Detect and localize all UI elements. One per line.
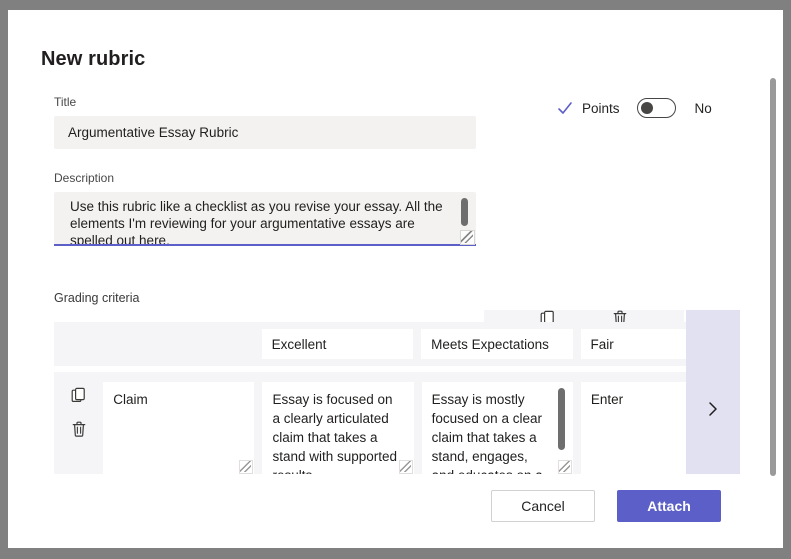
header-cell-0 <box>262 322 421 366</box>
points-toggle-state-label: No <box>695 101 712 116</box>
toggle-knob <box>641 102 653 114</box>
header-cell-1 <box>421 322 580 366</box>
column-title-input-1[interactable] <box>421 329 572 359</box>
page-title: New rubric <box>41 48 145 71</box>
points-toggle-switch[interactable] <box>637 98 676 118</box>
dialog-footer: Cancel Attach <box>8 490 752 522</box>
description-resize-handle[interactable] <box>460 230 475 245</box>
description-scrollbar[interactable] <box>461 198 468 226</box>
rating-cell-0 <box>262 372 421 474</box>
row-tools <box>54 372 103 474</box>
dialog-scrollbar[interactable] <box>770 78 776 476</box>
criterion-resize-handle[interactable] <box>239 460 253 474</box>
title-input[interactable] <box>54 116 476 149</box>
title-field-label: Title <box>54 95 76 109</box>
grading-criteria-grid <box>54 310 740 474</box>
rating-description-textarea-1[interactable] <box>422 382 573 474</box>
description-textarea[interactable] <box>54 192 476 246</box>
grading-criteria-label: Grading criteria <box>54 291 139 305</box>
criterion-cell <box>103 372 262 474</box>
header-blank-cell <box>54 322 262 366</box>
points-toggle-group: Points No <box>557 98 712 118</box>
criterion-name-textarea[interactable] <box>103 382 254 474</box>
rating-resize-handle-1[interactable] <box>558 460 572 474</box>
attach-button[interactable]: Attach <box>617 490 721 522</box>
cancel-button[interactable]: Cancel <box>491 490 595 522</box>
column-title-input-2[interactable] <box>581 329 732 359</box>
points-label: Points <box>582 101 620 116</box>
header-cell-2 <box>581 322 740 366</box>
table-row <box>54 372 740 474</box>
rating-resize-handle-0[interactable] <box>399 460 413 474</box>
rating-description-textarea-0[interactable] <box>262 382 413 474</box>
column-title-input-0[interactable] <box>262 329 413 359</box>
check-icon <box>557 100 573 116</box>
description-field-wrapper <box>54 192 476 248</box>
description-field-label: Description <box>54 171 114 185</box>
chevron-right-icon <box>706 400 720 418</box>
scroll-right-button[interactable] <box>686 372 740 474</box>
delete-row-button[interactable] <box>68 418 90 440</box>
copy-row-button[interactable] <box>68 384 90 406</box>
criteria-header-row <box>54 322 740 366</box>
rating-cell-scrollbar-1[interactable] <box>558 388 565 450</box>
new-rubric-dialog: New rubric Title Points No Description G <box>8 10 783 548</box>
dialog-scroll-region: New rubric Title Points No Description G <box>8 10 783 548</box>
rating-cell-1 <box>422 372 581 474</box>
